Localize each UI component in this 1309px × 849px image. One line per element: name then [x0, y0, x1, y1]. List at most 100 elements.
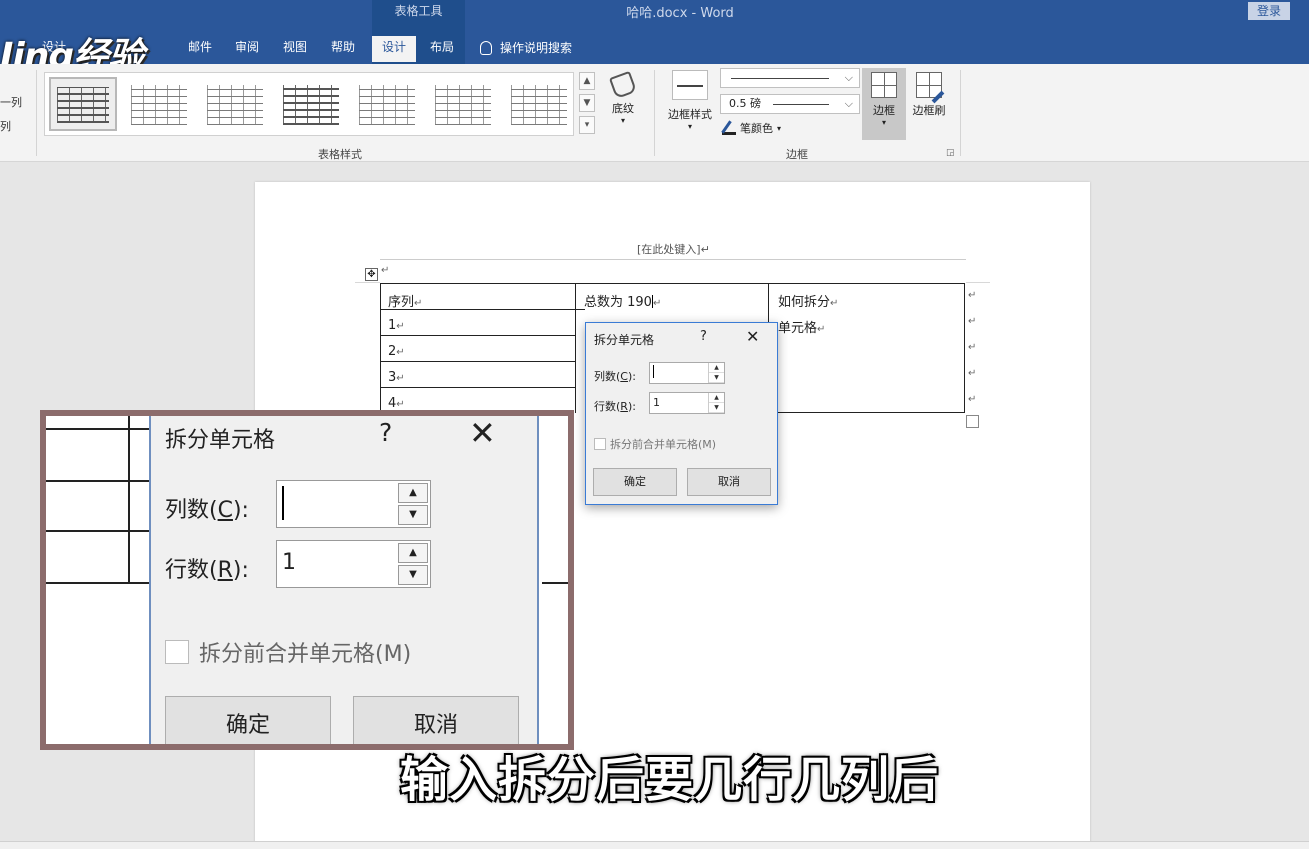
line-weight-preview — [773, 104, 829, 105]
table-resize-handle-icon[interactable] — [966, 415, 979, 428]
label-accel: R — [217, 558, 233, 583]
table-style-thumb[interactable] — [353, 77, 421, 131]
spin-up-icon[interactable]: ▲ — [709, 393, 724, 403]
table-style-thumb[interactable] — [429, 77, 497, 131]
columns-input[interactable]: ▲ ▼ — [276, 480, 431, 528]
borders-grid-icon — [871, 72, 897, 98]
spin-down-icon[interactable]: ▼ — [398, 505, 428, 525]
tab-view[interactable]: 视图 — [275, 36, 315, 62]
columns-spinner[interactable]: ▲ ▼ — [708, 363, 724, 383]
close-icon[interactable]: ✕ — [469, 416, 496, 452]
table-row-cell[interactable]: 2↵ — [388, 344, 405, 359]
table-row-cell[interactable]: 1↵ — [388, 318, 405, 333]
border-painter-button[interactable]: 边框刷 — [908, 68, 950, 140]
spin-up-icon[interactable]: ▲ — [398, 543, 428, 563]
spin-up-icon[interactable]: ▲ — [398, 483, 428, 503]
checkbox-box[interactable] — [165, 640, 189, 664]
margin-guide — [966, 282, 990, 283]
paragraph-mark: ↵ — [396, 321, 405, 332]
row-end-mark: ↵ — [968, 342, 977, 353]
cell-text: 总数为 190 — [584, 295, 652, 310]
row-end-mark: ↵ — [968, 394, 977, 405]
help-icon[interactable]: ? — [700, 329, 707, 344]
border-styles-label: 边框样式 — [668, 108, 712, 121]
paragraph-mark: ↵ — [817, 324, 826, 335]
table-style-thumb[interactable] — [201, 77, 269, 131]
spin-up-icon[interactable]: ▲ — [709, 363, 724, 373]
table-border — [380, 361, 575, 362]
rows-spinner[interactable]: ▲ ▼ — [398, 543, 428, 585]
close-icon[interactable]: ✕ — [746, 327, 759, 346]
line-style-dropdown[interactable]: ⌵ — [720, 68, 860, 88]
rows-input[interactable]: 1 ▲ ▼ — [649, 392, 725, 414]
label-text: 行数( — [594, 400, 621, 413]
chevron-down-icon: ⌵ — [844, 71, 853, 84]
input-value: 1 — [282, 550, 296, 575]
paint-bucket-icon — [608, 70, 638, 100]
checkbox-label: 拆分前合并单元格(M) — [610, 438, 717, 451]
rows-spinner[interactable]: ▲ ▼ — [708, 393, 724, 413]
zoom-inset: 拆分单元格 ? ✕ 列数(C): ▲ ▼ 行数(R): 1 ▲ ▼ 拆分前合并单元格… — [40, 410, 574, 750]
tab-help[interactable]: 帮助 — [323, 36, 363, 62]
table-cell[interactable]: 序列↵ — [388, 291, 422, 310]
pen-color-button[interactable]: 笔颜色 ▾ — [722, 120, 781, 136]
merge-before-split-checkbox[interactable]: 拆分前合并单元格(M) — [594, 436, 716, 452]
cell-text: 如何拆分 — [778, 295, 831, 310]
gallery-more-icon[interactable]: ▾ — [579, 116, 595, 134]
chevron-down-icon: ▾ — [687, 122, 692, 131]
label-accel: C — [620, 370, 628, 383]
table-style-preview — [207, 85, 263, 125]
table-styles-gallery[interactable] — [44, 72, 574, 136]
columns-spinner[interactable]: ▲ ▼ — [398, 483, 428, 525]
table-style-thumb[interactable] — [505, 77, 573, 131]
ribbon-separator — [654, 70, 655, 156]
table-styles-group-label: 表格样式 — [318, 148, 362, 161]
margin-guide — [355, 282, 380, 283]
dialog-launcher-icon[interactable]: ◲ — [946, 148, 955, 158]
help-icon[interactable]: ? — [379, 418, 392, 447]
ribbon-cut-item-2[interactable]: 列 — [0, 118, 11, 134]
ok-button[interactable]: 确定 — [593, 468, 677, 496]
tab-table-design[interactable]: 设计 — [372, 36, 416, 62]
border-styles-button[interactable]: 边框样式 ▾ — [662, 68, 718, 138]
chevron-down-icon: ▾ — [881, 118, 886, 127]
tab-mailings[interactable]: 邮件 — [180, 36, 220, 62]
shading-button[interactable]: 底纹 ▾ — [604, 68, 642, 138]
line-weight-dropdown[interactable]: 0.5 磅 ⌵ — [720, 94, 860, 114]
table-cell[interactable]: 总数为 190↵ — [584, 291, 661, 310]
table-row-cell[interactable]: 3↵ — [388, 370, 405, 385]
rows-input[interactable]: 1 ▲ ▼ — [276, 540, 431, 588]
line-style-preview — [731, 78, 829, 79]
checkbox-box[interactable] — [594, 438, 606, 450]
paragraph-mark: ↵ — [396, 399, 405, 410]
login-button[interactable]: 登录 — [1248, 2, 1290, 20]
ok-button[interactable]: 确定 — [165, 696, 331, 744]
columns-input[interactable]: ▲ ▼ — [649, 362, 725, 384]
spin-down-icon[interactable]: ▼ — [709, 403, 724, 413]
table-cell[interactable]: 如何拆分↵ — [778, 291, 838, 310]
ribbon-cut-item-1[interactable]: 一列 — [0, 94, 22, 110]
spin-down-icon[interactable]: ▼ — [709, 373, 724, 383]
tab-table-layout[interactable]: 布局 — [420, 36, 464, 62]
tab-review[interactable]: 审阅 — [227, 36, 267, 62]
spin-down-icon[interactable]: ▼ — [398, 565, 428, 585]
tell-me-search[interactable]: 操作说明搜索 — [480, 36, 572, 60]
table-style-thumb[interactable] — [49, 77, 117, 131]
ribbon-separator — [36, 70, 37, 156]
split-cells-dialog: 拆分单元格 ? ✕ 列数(C): ▲ ▼ 行数(R): 1 ▲ ▼ 拆分前合并单元格… — [585, 322, 778, 505]
table-row-cell[interactable]: 4↵ — [388, 396, 405, 411]
table-style-thumb[interactable] — [277, 77, 345, 131]
table-border — [964, 283, 965, 413]
table-style-thumb[interactable] — [125, 77, 193, 131]
cancel-button[interactable]: 取消 — [687, 468, 771, 496]
table-move-handle-icon[interactable]: ✥ — [365, 268, 378, 281]
borders-group-label: 边框 — [786, 148, 808, 161]
table-border — [380, 283, 381, 413]
gallery-scroll-up-icon[interactable]: ▲ — [579, 72, 595, 90]
header-placeholder[interactable]: [在此处键入]↵ — [637, 241, 710, 257]
merge-before-split-checkbox[interactable]: 拆分前合并单元格(M) — [165, 636, 411, 668]
checkbox-label: 拆分前合并单元格(M) — [199, 642, 412, 667]
label-text: ): — [627, 400, 636, 413]
gallery-scroll-down-icon[interactable]: ▼ — [579, 94, 595, 112]
borders-button[interactable]: 边框 ▾ — [862, 68, 906, 140]
